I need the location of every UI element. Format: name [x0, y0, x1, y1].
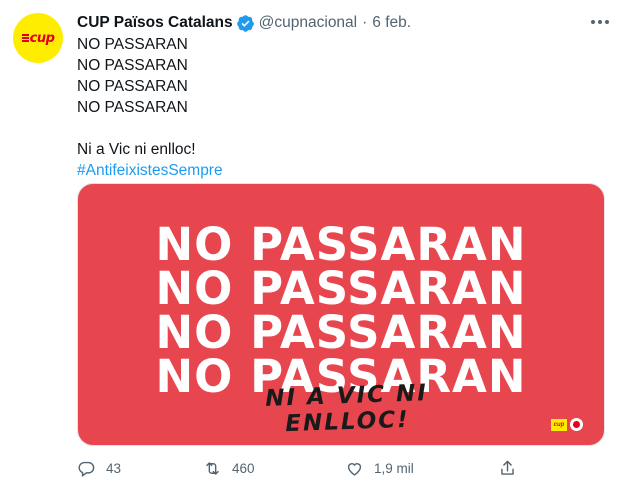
separator-dot: ·: [362, 14, 368, 31]
tweet-line: NO PASSARAN: [77, 99, 188, 116]
tweet-actions: 43 460 1,9 mil: [77, 457, 517, 479]
poster-logos: cup: [551, 418, 583, 431]
verified-badge-icon: [236, 14, 255, 33]
poster-headline: NO PASSARAN: [155, 306, 527, 359]
tweet-image[interactable]: NO PASSARAN NO PASSARAN NO PASSARAN NO P…: [77, 183, 605, 446]
more-options-icon[interactable]: [591, 14, 609, 30]
retweet-count: 460: [232, 460, 255, 476]
heart-icon: [347, 462, 362, 476]
share-icon: [501, 460, 514, 475]
retweet-button[interactable]: 460: [203, 457, 255, 479]
retweet-icon: [206, 461, 219, 475]
reply-button[interactable]: 43: [77, 457, 121, 479]
tweet-header: CUP Països Catalans @cupnacional · 6 feb…: [77, 12, 411, 34]
tweet-text: NO PASSARAN NO PASSARAN NO PASSARAN NO P…: [77, 34, 223, 181]
reply-count: 43: [106, 460, 122, 476]
cup-logo-bars: [21, 34, 29, 42]
like-count: 1,9 mil: [374, 460, 414, 476]
cup-logo: cup: [551, 418, 567, 431]
tweet-line: NO PASSARAN: [77, 78, 188, 95]
tweet-closing: Ni a Vic ni enlloc!: [77, 141, 196, 158]
avatar-logo-text: cup: [29, 30, 55, 46]
handle[interactable]: @cupnacional: [259, 14, 357, 32]
like-button[interactable]: 1,9 mil: [345, 457, 414, 479]
avatar[interactable]: cup: [13, 13, 63, 63]
hashtag-link[interactable]: #AntifeixistesSempre: [77, 160, 223, 181]
display-name[interactable]: CUP Països Catalans: [77, 14, 233, 32]
poster-headline: NO PASSARAN: [155, 262, 527, 315]
tweet-line: NO PASSARAN: [77, 57, 188, 74]
reply-icon: [78, 461, 95, 477]
tweet[interactable]: cup CUP Països Catalans @cupnacional · 6…: [0, 0, 619, 483]
tweet-date[interactable]: 6 feb.: [372, 14, 411, 32]
share-button[interactable]: [498, 457, 517, 479]
poster-slogan: NI A VIC NI ENLLOC!: [264, 380, 429, 438]
poster-headline: NO PASSARAN: [155, 218, 527, 271]
party-logo-icon: [570, 418, 583, 431]
tweet-line: NO PASSARAN: [77, 36, 188, 53]
